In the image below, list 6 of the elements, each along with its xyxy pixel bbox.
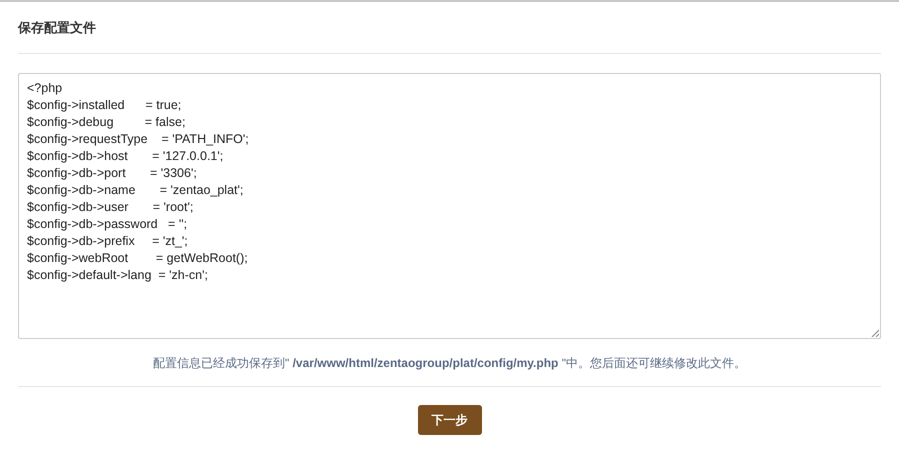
next-step-button[interactable]: 下一步 [418,405,482,435]
panel-title: 保存配置文件 [18,18,96,37]
resize-handle-icon [871,329,879,337]
config-textarea[interactable] [18,73,881,339]
save-message: 配置信息已经成功保存到" /var/www/html/zentaogroup/plat/config/my.php "中。您后面还可继续修改此文件。 [153,354,746,372]
config-code: <?php $config->installed = true; $config->debug = false; $config->requestType = 'PATH_INFO'; $config->db->host = '127.0.0.1'; $config->db->port = '3306'; $config->db->name = 'zentao_plat'; $config->db->user = 'root'; $config->db->password = ''; $config->db->prefix = 'zt_'; $config->webRoot = getWebRoot(); $config->default->lang = 'zh-cn'; [27,81,249,282]
